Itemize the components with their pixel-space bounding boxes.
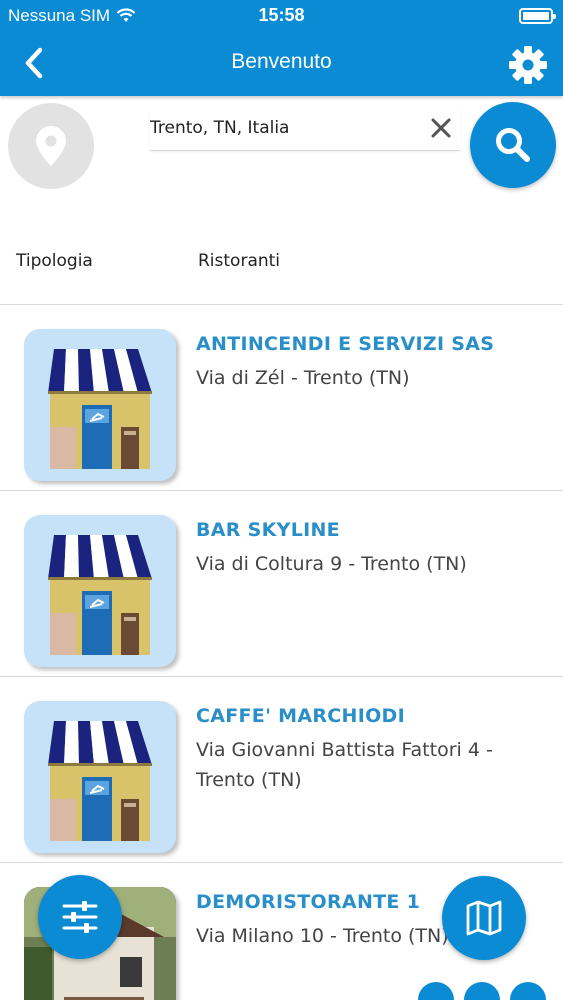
search-icon [496, 128, 530, 162]
amenity-badge [508, 980, 548, 1000]
location-pin-icon [36, 126, 66, 166]
storefront-icon [48, 721, 152, 841]
close-icon [431, 118, 451, 138]
filter-dropdown[interactable]: Ristoranti [198, 251, 280, 271]
shop-thumbnail [24, 329, 176, 481]
item-address: Via di Coltura 9 - Trento (TN) [196, 553, 467, 575]
nav-bar: Benvenuto [0, 32, 563, 96]
item-address: Via di Zél - Trento (TN) [196, 367, 410, 389]
item-title: ANTINCENDI E SERVIZI SAS [196, 333, 495, 355]
item-address: Via Giovanni Battista Fattori 4 - Trento… [196, 739, 493, 791]
shop-thumbnail [24, 515, 176, 667]
map-button[interactable] [442, 876, 526, 960]
settings-button[interactable] [507, 44, 549, 86]
page-title: Benvenuto [231, 50, 332, 73]
item-title: DEMORISTORANTE 1 [196, 891, 421, 913]
amenity-badges [416, 980, 556, 1000]
search-field [150, 107, 460, 151]
storefront-icon [48, 535, 152, 655]
clear-search-button[interactable] [430, 117, 452, 139]
list-item[interactable]: BAR SKYLINE Via di Coltura 9 - Trento (T… [0, 491, 563, 677]
item-title: CAFFE' MARCHIODI [196, 705, 405, 727]
location-button[interactable] [8, 103, 94, 189]
storefront-icon [48, 349, 152, 469]
search-button[interactable] [470, 102, 556, 188]
gear-icon [509, 46, 547, 84]
amenity-badge [462, 980, 502, 1000]
item-title: BAR SKYLINE [196, 519, 340, 541]
filter-button[interactable] [38, 875, 122, 959]
amenity-badge [416, 980, 456, 1000]
list-item[interactable]: ANTINCENDI E SERVIZI SAS Via di Zél - Tr… [0, 305, 563, 491]
search-input[interactable] [150, 113, 420, 143]
filter-label: Tipologia [16, 251, 93, 271]
shop-thumbnail [24, 701, 176, 853]
map-icon [466, 900, 502, 936]
status-bar: Nessuna SIM 15:58 [0, 0, 563, 32]
sliders-icon [62, 901, 98, 933]
list-item[interactable]: CAFFE' MARCHIODI Via Giovanni Battista F… [0, 677, 563, 863]
battery-icon [519, 8, 556, 24]
status-time: 15:58 [258, 5, 305, 25]
filter-row: Tipologia Ristoranti [0, 245, 563, 285]
